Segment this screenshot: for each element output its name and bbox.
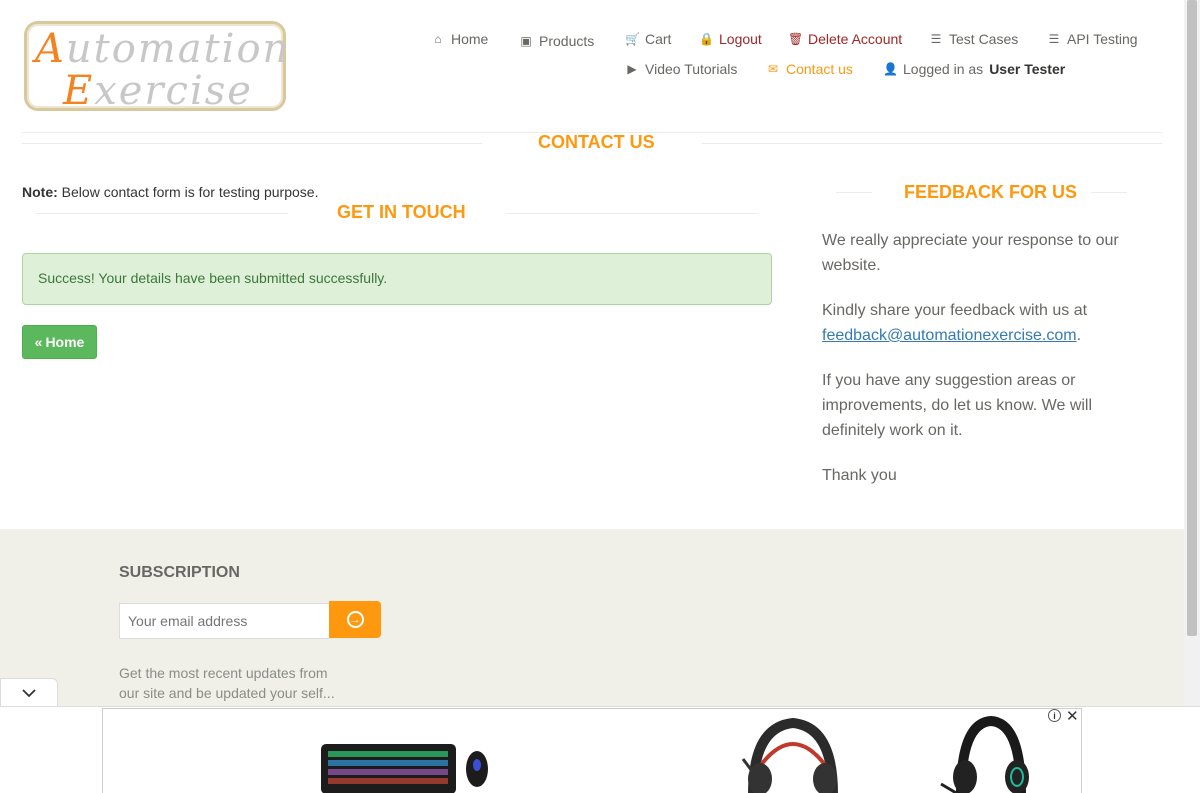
ad-content[interactable] [102, 708, 1082, 793]
logged-in-username: User Tester [989, 61, 1066, 77]
arrow-circle-right-icon: → [346, 611, 364, 628]
nav-video-tutorials-label: Video Tutorials [645, 61, 738, 77]
double-chevron-left-icon: « [34, 334, 43, 350]
logo-letter-e: E [63, 68, 95, 114]
logged-in-prefix: Logged in as [903, 61, 984, 77]
list-icon: ☰ [930, 32, 942, 46]
nav-logout[interactable]: 🔒 Logout [699, 31, 762, 47]
nav-test-cases[interactable]: ☰ Test Cases [929, 31, 1019, 47]
page-scrollbar[interactable] [1184, 0, 1200, 708]
ad-info-icon[interactable]: i [1048, 709, 1061, 722]
note-label: Note: [22, 184, 58, 200]
logo-letter-a: A [35, 26, 66, 72]
feedback-paragraph-1: We really appreciate your response to ou… [822, 232, 1119, 274]
list-icon: ☰ [1048, 32, 1060, 46]
success-message: Success! Your details have been submitte… [38, 270, 388, 286]
nav-delete-account[interactable]: 🗑 Delete Account [788, 31, 902, 47]
youtube-play-icon: ▶ [627, 62, 637, 76]
logo-text-line1: utomation [65, 26, 291, 72]
feedback-paragraph-4: Thank you [822, 467, 897, 484]
nav-cart-label: Cart [645, 31, 672, 47]
feedback-p2-prefix: Kindly share your feedback with us at [822, 302, 1088, 319]
feedback-paragraph-3: If you have any suggestion areas or impr… [822, 372, 1093, 439]
user-icon: 👤 [883, 62, 898, 76]
subscription-text: Get the most recent updates from our sit… [119, 665, 335, 701]
subscribe-button[interactable]: → [329, 601, 381, 638]
nav-logout-label: Logout [719, 31, 762, 47]
home-button-label: Home [45, 334, 85, 350]
note-text: Below contact form is for testing purpos… [57, 184, 319, 200]
ad-close-icon[interactable]: ✕ [1066, 707, 1079, 725]
nav-delete-account-label: Delete Account [808, 31, 903, 47]
nav-products-label: Products [539, 33, 595, 49]
nav-test-cases-label: Test Cases [949, 31, 1019, 47]
nav-video-tutorials[interactable]: ▶ Video Tutorials [625, 61, 737, 77]
contact-note: Note: Below contact form is for testing … [22, 184, 318, 200]
success-alert: Success! Your details have been submitte… [22, 253, 772, 305]
trash-icon: 🗑 [788, 32, 804, 46]
get-in-touch-title: GET IN TOUCH [337, 202, 466, 222]
nav-api-testing[interactable]: ☰ API Testing [1047, 31, 1138, 47]
get-in-touch-line-left [36, 213, 288, 214]
chevron-down-icon [22, 688, 36, 697]
nav-logged-in: 👤 Logged in as User Tester [883, 61, 1065, 77]
site-logo[interactable]: Automation Exercise [24, 21, 288, 114]
feedback-email-link[interactable]: feedback@automationexercise.com [822, 327, 1077, 344]
ad-collapse-toggle[interactable] [0, 678, 58, 706]
nav-home[interactable]: ⌂ Home [431, 31, 488, 47]
briefcase-icon: ▣ [520, 34, 532, 48]
nav-home-label: Home [451, 31, 489, 47]
scrollbar-thumb[interactable] [1187, 0, 1197, 636]
feedback-paragraph-2: Kindly share your feedback with us at fe… [822, 298, 1122, 348]
title-line-right [702, 143, 1162, 144]
feedback-p2-suffix: . [1076, 327, 1082, 344]
feedback-line-right [1091, 192, 1127, 193]
cart-icon: 🛒 [625, 32, 640, 46]
nav-products[interactable]: ▣ Products [519, 33, 594, 49]
subscription-title: SUBSCRIPTION [119, 564, 240, 581]
get-in-touch-line-right [506, 213, 758, 214]
nav-cart[interactable]: 🛒 Cart [625, 31, 671, 47]
title-line-left [22, 143, 482, 144]
lock-icon: 🔒 [699, 32, 714, 46]
nav-contact-us[interactable]: ✉ Contact us [766, 61, 853, 77]
nav-api-testing-label: API Testing [1067, 31, 1138, 47]
subscription-email-input[interactable] [119, 603, 330, 639]
page-title: CONTACT US [538, 132, 655, 152]
home-icon: ⌂ [434, 32, 442, 46]
nav-contact-us-label: Contact us [786, 61, 853, 77]
feedback-line-left [836, 192, 872, 193]
envelope-icon: ✉ [767, 62, 779, 76]
home-button[interactable]: «Home [22, 325, 97, 359]
feedback-title: FEEDBACK FOR US [904, 182, 1078, 202]
logo-text-line2: xercise [94, 68, 253, 114]
ad-products-image [321, 715, 1029, 793]
